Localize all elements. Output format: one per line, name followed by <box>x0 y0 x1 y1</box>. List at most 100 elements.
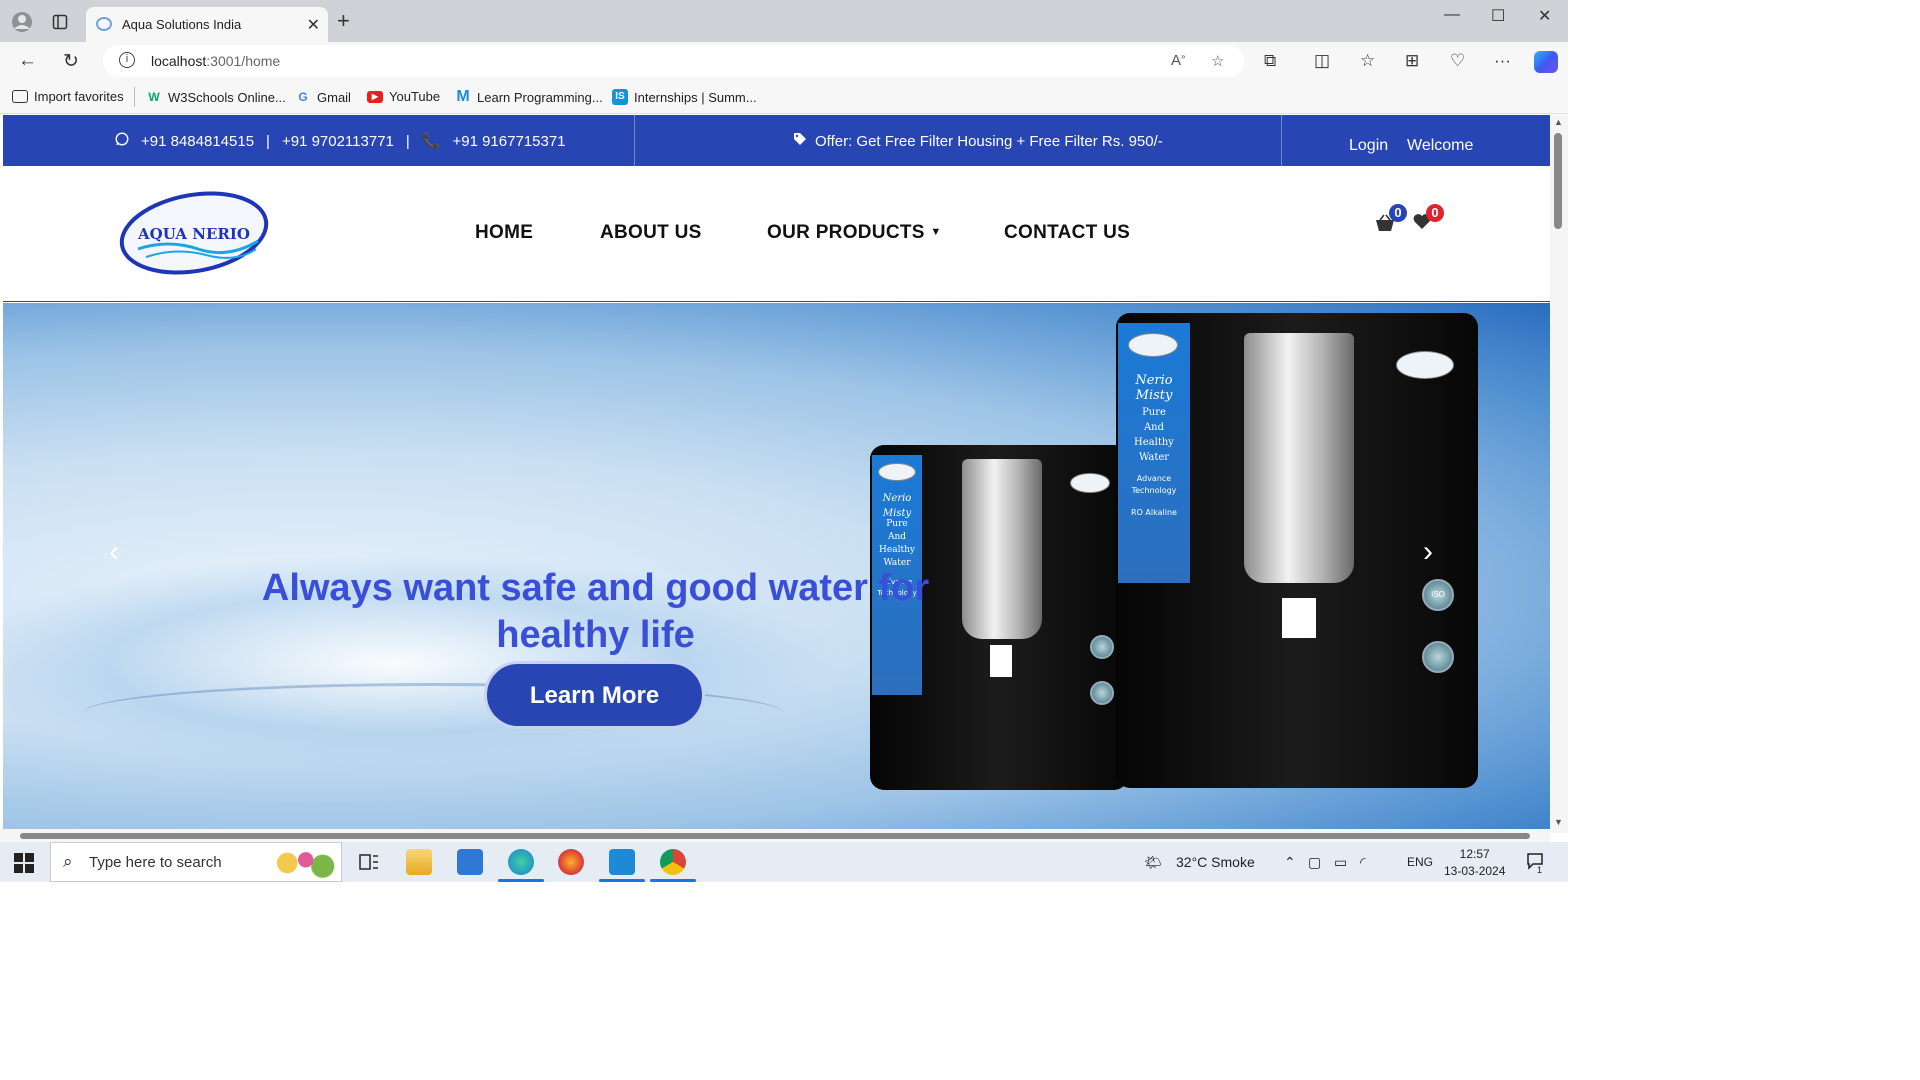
wishlist-count-badge: 0 <box>1426 204 1444 222</box>
mail-icon[interactable] <box>457 849 483 875</box>
youtube-icon: ▶ <box>367 90 383 103</box>
active-tab[interactable]: Aqua Solutions India ✕ <box>86 7 328 42</box>
system-clock[interactable]: 12:57 13-03-2024 <box>1444 846 1505 880</box>
topbar-divider <box>1281 115 1282 166</box>
bookmark-label: W3Schools Online... <box>168 89 286 105</box>
scroll-up-icon[interactable]: ▲ <box>1554 117 1563 127</box>
chrome-icon[interactable] <box>650 849 696 882</box>
favorites-icon[interactable]: ☆ <box>1360 51 1375 71</box>
hero-headline: Always want safe and good water for heal… <box>233 565 958 659</box>
contact-numbers: +91 8484814515 | +91 9702113771 | 📞 +91 … <box>115 132 566 150</box>
more-menu-icon[interactable]: ··· <box>1494 51 1511 71</box>
nav-home[interactable]: HOME <box>475 222 533 244</box>
bookmark-learn-programming[interactable]: M Learn Programming... <box>455 89 602 105</box>
search-icon: ⌕ <box>63 852 73 871</box>
feature-text: RO Alkaline <box>1131 508 1177 517</box>
meet-now-icon[interactable]: ▢ <box>1308 854 1321 871</box>
phone-number-1[interactable]: +91 8484814515 <box>141 133 254 150</box>
bookmark-w3schools[interactable]: W W3Schools Online... <box>146 89 286 105</box>
profile-icon[interactable] <box>10 10 34 34</box>
copilot-icon[interactable] <box>1534 51 1558 73</box>
vertical-scrollbar[interactable]: ▲ ▼ <box>1550 115 1568 833</box>
show-hidden-icons-icon[interactable]: ⌃ <box>1284 854 1296 871</box>
feature-text: Technology <box>1131 486 1177 495</box>
windows-taskbar: ⌕ Type here to search 🌤 32°C Smoke ⌃ ▢ ▭… <box>0 842 1568 882</box>
nav-our-products[interactable]: OUR PRODUCTS ▼ <box>767 222 942 244</box>
refresh-icon[interactable]: ↻ <box>63 50 79 73</box>
nav-our-products-label: OUR PRODUCTS <box>767 222 925 243</box>
hero-headline-line2: healthy life <box>496 614 695 656</box>
new-tab-icon[interactable]: + <box>337 10 350 32</box>
carousel-next-icon[interactable]: › <box>1423 535 1433 569</box>
site-logo[interactable]: AQUA NERIO <box>118 191 270 275</box>
url-text[interactable]: localhost:3001/home <box>151 53 280 69</box>
extensions-icon[interactable]: ⧉ <box>1264 51 1276 71</box>
edge-browser-icon[interactable] <box>498 849 544 882</box>
import-icon <box>12 90 28 103</box>
offer-text: Offer: Get Free Filter Housing + Free Fi… <box>815 132 1163 150</box>
tagline-word: Healthy <box>1134 437 1174 448</box>
hero-headline-line1: Always want safe and good water for <box>261 567 930 609</box>
nav-contact-us[interactable]: CONTACT US <box>1004 222 1130 244</box>
tagline-word: Water <box>1138 452 1170 463</box>
chrome-faucet-panel <box>1244 333 1354 583</box>
welcome-text: Welcome <box>1407 137 1474 154</box>
task-view-icon[interactable] <box>356 849 382 875</box>
bookmark-import-favorites[interactable]: Import favorites <box>12 89 124 104</box>
dispense-button <box>1282 598 1316 638</box>
collections-icon[interactable]: ⊞ <box>1405 51 1419 71</box>
favorite-star-icon[interactable]: ☆ <box>1211 52 1224 70</box>
browser-toolbar: ← ↻ i localhost:3001/home A» ☆ ⧉ ◫ ☆ ⊞ ♡… <box>0 42 1568 80</box>
window-close-icon[interactable]: ✕ <box>1538 6 1551 26</box>
scroll-down-icon[interactable]: ▼ <box>1554 817 1563 827</box>
taskbar-search-box[interactable]: ⌕ Type here to search <box>50 842 342 882</box>
brand-badge-icon <box>1128 333 1178 357</box>
vertical-scroll-thumb[interactable] <box>1554 133 1562 229</box>
bookmark-internships[interactable]: IS Internships | Summ... <box>612 89 757 105</box>
horizontal-scrollbar[interactable] <box>0 829 1550 842</box>
iso-seal-icon: ISO <box>1422 579 1454 611</box>
learn-more-button[interactable]: Learn More <box>484 661 705 729</box>
tab-title: Aqua Solutions India <box>122 17 242 32</box>
separator: | <box>405 132 410 150</box>
browser-essentials-icon[interactable]: ♡ <box>1450 51 1465 71</box>
notification-count: 1 <box>1537 865 1543 875</box>
horizontal-scroll-thumb[interactable] <box>20 833 1530 839</box>
caret-down-icon: ▼ <box>930 226 942 238</box>
read-aloud-icon[interactable]: A» <box>1171 52 1185 69</box>
address-bar[interactable]: i localhost:3001/home A» ☆ <box>103 45 1244 77</box>
bookmark-divider <box>134 87 135 107</box>
brand-badge-icon <box>878 463 916 481</box>
phone-number-3[interactable]: +91 9167715371 <box>452 133 565 150</box>
wifi-icon[interactable]: ◜ <box>1360 854 1365 871</box>
site-info-icon[interactable]: i <box>119 52 135 68</box>
nav-about-us[interactable]: ABOUT US <box>600 222 702 244</box>
browser-tab-strip: Aqua Solutions India ✕ + — ☐ ✕ <box>0 0 1568 42</box>
tagline-word: And <box>1143 422 1165 433</box>
weather-icon[interactable]: 🌤 <box>1144 854 1162 871</box>
back-icon[interactable]: ← <box>18 50 37 72</box>
weather-text[interactable]: 32°C Smoke <box>1176 854 1255 870</box>
phone-number-2[interactable]: +91 9702113771 <box>282 133 394 150</box>
search-highlight-image <box>265 847 339 879</box>
bookmark-label: Gmail <box>317 89 351 105</box>
windows-start-icon[interactable] <box>14 853 34 873</box>
bookmark-gmail[interactable]: G Gmail <box>295 89 351 105</box>
internshala-icon: IS <box>612 89 628 105</box>
bookmark-youtube[interactable]: ▶ YouTube <box>367 89 440 104</box>
maximize-icon[interactable]: ☐ <box>1491 6 1505 26</box>
tab-actions-icon[interactable] <box>48 10 72 34</box>
cart-count-badge: 0 <box>1389 204 1407 222</box>
login-link[interactable]: Login <box>1349 137 1388 155</box>
language-indicator[interactable]: ENG <box>1407 855 1433 869</box>
split-screen-icon[interactable]: ◫ <box>1314 51 1330 71</box>
minimize-icon[interactable]: — <box>1444 6 1460 24</box>
close-tab-icon[interactable]: ✕ <box>307 15 320 35</box>
tagline-word: Pure <box>1142 407 1166 418</box>
firefox-icon[interactable] <box>558 849 584 875</box>
vscode-icon[interactable] <box>599 849 645 882</box>
carousel-prev-icon[interactable]: ‹ <box>109 535 119 569</box>
svg-text:AQUA NERIO: AQUA NERIO <box>137 225 250 243</box>
battery-icon[interactable]: ▭ <box>1334 854 1347 871</box>
file-explorer-icon[interactable] <box>406 849 432 875</box>
